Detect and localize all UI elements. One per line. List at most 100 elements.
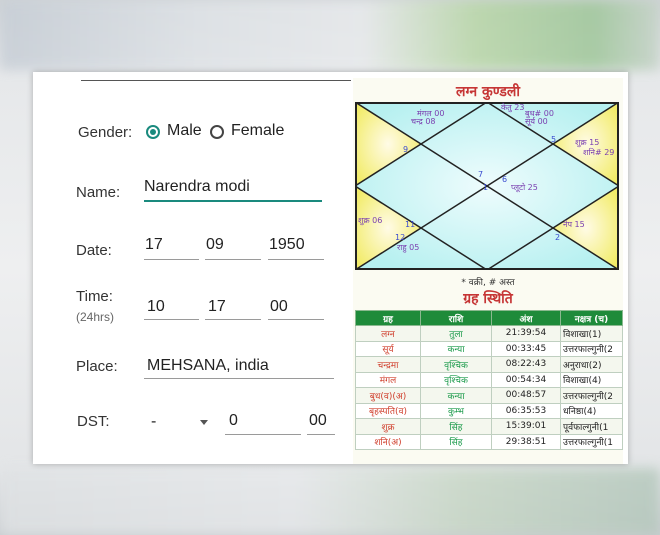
time-hour-input[interactable]: 10 xyxy=(147,298,165,316)
gender-label: Gender: xyxy=(78,124,133,141)
house-number: 2 xyxy=(555,233,560,242)
female-option-label[interactable]: Female xyxy=(231,122,284,140)
table-row: शुक्र सिंह 15:39:01 पूर्वफाल्गुनी(1 xyxy=(355,418,623,435)
cell-ansh: 15:39:01 xyxy=(491,418,561,435)
planet-label: शनि# 29 xyxy=(583,147,614,157)
cell-nakshatra: उत्तरफाल्गुनी(1 xyxy=(560,433,623,450)
date-year-input[interactable]: 1950 xyxy=(269,236,305,254)
date-label: Date: xyxy=(76,242,112,259)
time-second-input[interactable]: 00 xyxy=(270,298,288,316)
cell-graha: लग्न xyxy=(355,325,421,342)
birth-details-form: Gender: Male Female Name: Narendra modi … xyxy=(33,72,351,464)
name-label: Name: xyxy=(76,184,121,201)
house-number: 1 xyxy=(483,183,488,192)
cell-ansh: 21:39:54 xyxy=(491,325,561,342)
column-header-nakshatra: नक्षत्र (च) xyxy=(560,310,623,326)
cell-graha: मंगल xyxy=(355,371,421,388)
cell-rashi: कन्या xyxy=(420,387,492,404)
cell-ansh: 00:33:45 xyxy=(491,340,561,357)
cell-ansh: 29:38:51 xyxy=(491,433,561,450)
planet-position-table: ग्रह राशि अंश नक्षत्र (च) लग्न तुला 21:3… xyxy=(355,310,623,450)
dst-select[interactable]: - xyxy=(151,413,156,431)
male-option-label[interactable]: Male xyxy=(167,122,202,140)
dst-minutes-input[interactable]: 00 xyxy=(309,412,327,430)
table-row: बृहस्पति(व) कुम्भ 06:35:53 धनिष्ठा(4) xyxy=(355,402,623,419)
cell-nakshatra: धनिष्ठा(4) xyxy=(560,402,623,419)
dst-hours-underline xyxy=(225,434,301,435)
table-header-row: ग्रह राशि अंश नक्षत्र (च) xyxy=(355,310,623,326)
cell-rashi: कन्या xyxy=(420,340,492,357)
planet-label: शुक्र 06 xyxy=(358,216,382,226)
time-minute-underline xyxy=(205,319,261,320)
time-hour-underline xyxy=(144,319,199,320)
cell-ansh: 00:48:57 xyxy=(491,387,561,404)
column-header-rashi: राशि xyxy=(420,310,492,326)
date-month-input[interactable]: 09 xyxy=(206,236,224,254)
cell-ansh: 08:22:43 xyxy=(491,356,561,373)
place-input[interactable]: MEHSANA, india xyxy=(147,357,269,375)
male-radio[interactable] xyxy=(146,125,160,139)
cell-rashi: कुम्भ xyxy=(420,402,492,419)
column-header-graha: ग्रह xyxy=(355,310,421,326)
chart-legend-note: * वक्री, # अस्त xyxy=(461,278,515,288)
lagna-kundli-chart: 7 9 11 1 2 5 6 12 मंगल 00 चन्द्र 08 शुक्… xyxy=(355,102,619,270)
female-radio[interactable] xyxy=(210,125,224,139)
date-day-underline xyxy=(144,259,199,260)
dst-minutes-underline xyxy=(307,434,335,435)
cell-nakshatra: उत्तरफाल्गुनी(2 xyxy=(560,340,623,357)
cell-graha: सूर्य xyxy=(355,340,421,357)
house-number: 9 xyxy=(403,145,408,154)
house-number: 11 xyxy=(405,220,415,229)
cell-nakshatra: उत्तरफाल्गुनी(2 xyxy=(560,387,623,404)
cell-ansh: 00:54:34 xyxy=(491,371,561,388)
cell-nakshatra: विशाखा(4) xyxy=(560,371,623,388)
dst-label: DST: xyxy=(77,413,110,430)
planet-label: शुक्र 15 xyxy=(575,138,599,148)
planet-label: प्लूटो 25 xyxy=(511,182,538,193)
cell-rashi: वृश्चिक xyxy=(420,356,492,373)
cell-graha: बृहस्पति(व) xyxy=(355,402,421,419)
dst-hours-input[interactable]: 0 xyxy=(229,412,238,430)
house-number: 5 xyxy=(551,135,556,144)
planet-label: राहु 05 xyxy=(397,243,419,253)
house-number: 12 xyxy=(395,233,405,242)
date-month-underline xyxy=(205,259,261,260)
planet-label: नेप 15 xyxy=(563,219,585,229)
cell-graha: शुक्र xyxy=(355,418,421,435)
blurred-background-bottom xyxy=(0,468,660,535)
time-second-underline xyxy=(268,319,324,320)
cell-nakshatra: पूर्वफाल्गुनी(1 xyxy=(560,418,623,435)
date-day-input[interactable]: 17 xyxy=(145,236,163,254)
cell-nakshatra: अनुराधा(2) xyxy=(560,356,623,373)
column-header-ansh: अंश xyxy=(491,310,561,326)
name-input[interactable]: Narendra modi xyxy=(144,178,250,196)
top-divider xyxy=(81,80,351,81)
astrology-chart-panel: लग्न कुण्डली 7 9 11 1 2 5 6 12 मंगल 00 च… xyxy=(353,78,623,464)
grah-sthiti-title: ग्रह स्थिति xyxy=(463,291,513,307)
cell-graha: चन्द्रमा xyxy=(355,356,421,373)
lagna-kundli-title: लग्न कुण्डली xyxy=(455,84,521,100)
table-row: सूर्य कन्या 00:33:45 उत्तरफाल्गुनी(2 xyxy=(355,340,623,357)
screenshot-frame: Gender: Male Female Name: Narendra modi … xyxy=(33,72,628,464)
blurred-background-top xyxy=(0,0,660,70)
table-row: शनि(अ) सिंह 29:38:51 उत्तरफाल्गुनी(1 xyxy=(355,433,623,450)
time-label: Time: xyxy=(76,288,113,305)
table-row: चन्द्रमा वृश्चिक 08:22:43 अनुराधा(2) xyxy=(355,356,623,373)
cell-graha: बुध(व)(अ) xyxy=(355,387,421,404)
time-format-hint: (24hrs) xyxy=(76,310,115,324)
cell-ansh: 06:35:53 xyxy=(491,402,561,419)
table-row: बुध(व)(अ) कन्या 00:48:57 उत्तरफाल्गुनी(2 xyxy=(355,387,623,404)
planet-label: चन्द्र 08 xyxy=(411,117,436,126)
chevron-down-icon[interactable] xyxy=(200,420,208,425)
cell-graha: शनि(अ) xyxy=(355,433,421,450)
table-row: लग्न तुला 21:39:54 विशाखा(1) xyxy=(355,325,623,342)
cell-rashi: सिंह xyxy=(420,433,492,450)
place-label: Place: xyxy=(76,358,118,375)
name-input-underline xyxy=(144,200,322,202)
place-input-underline xyxy=(144,378,334,379)
planet-label: सूर्य 00 xyxy=(525,116,548,127)
cell-nakshatra: विशाखा(1) xyxy=(560,325,623,342)
house-number: 6 xyxy=(502,175,507,184)
cell-rashi: तुला xyxy=(420,325,492,342)
time-minute-input[interactable]: 17 xyxy=(208,298,226,316)
